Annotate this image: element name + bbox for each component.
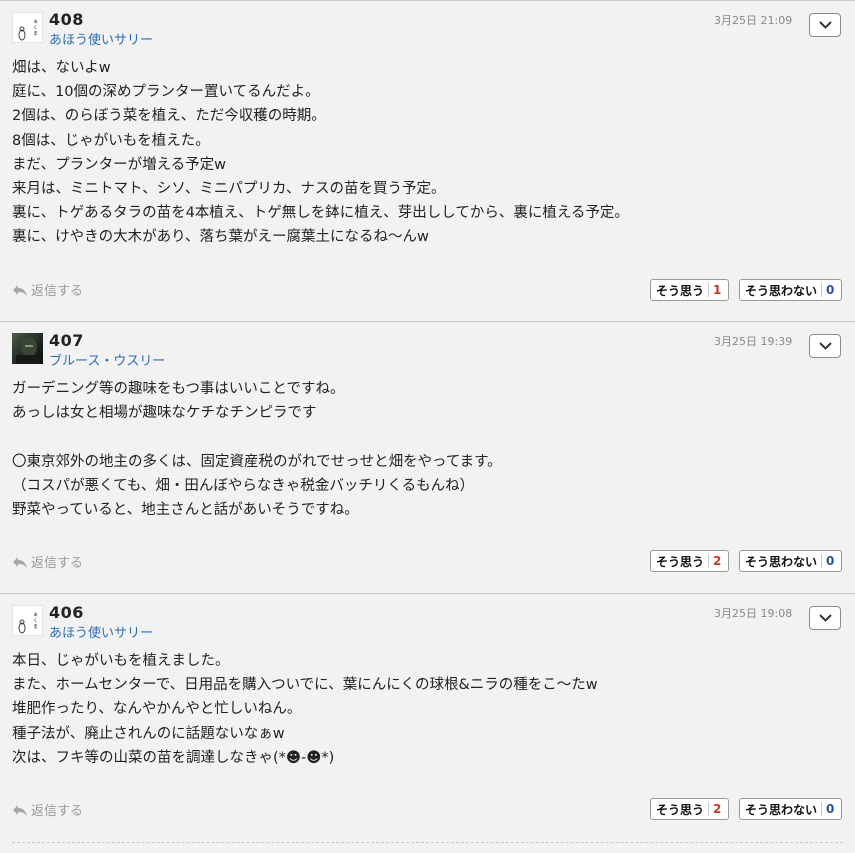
comment-body: 本日、じゃがいもを植えました。また、ホームセンターで、日用品を購入ついでに、葉に… xyxy=(12,649,598,770)
comment-line: 堆肥作ったり、なんやかんやと忙しいねん。 xyxy=(12,701,302,718)
agree-button[interactable]: そう思う 1 xyxy=(650,279,729,301)
reply-label: 返信する xyxy=(31,284,84,299)
comment-line: 本日、じゃがいもを植えました。 xyxy=(12,653,230,669)
reply-arrow-icon xyxy=(13,285,27,296)
comment-body: 畑は、ないよw 庭に、10個の深めプランター置いてるんだよ。 2個は、のらぼう菜を植… xyxy=(12,56,629,250)
comment-number[interactable]: 407 xyxy=(49,331,84,350)
author-name[interactable]: あほう使いサリー xyxy=(49,29,153,48)
disagree-count: 0 xyxy=(821,283,838,297)
svg-text:ま: ま xyxy=(33,624,38,630)
reply-button[interactable]: 返信する xyxy=(12,800,83,819)
comment-line: 来月は、ミニトマト、シソ、ミニパプリカ、ナスの苗を買う予定。 xyxy=(12,181,446,198)
comment-line: 裏に、トゲあるタラの苗を4本植え、トゲ無しを鉢に植え、芽出ししてから、裏に植える… xyxy=(12,205,629,222)
comment-line: （コスパが悪くても、畑・田んぼやらなきゃ税金バッチリくるもんね） xyxy=(12,477,475,494)
comment-407: 407 ブルース・ウスリー 3月25日 19:39 ガーデニング等の趣味をもつ事… xyxy=(0,321,855,593)
disagree-label: そう思わない xyxy=(745,283,818,298)
agree-label: そう思う xyxy=(656,554,705,569)
chevron-down-icon xyxy=(819,614,832,622)
disagree-button[interactable]: そう思わない 0 xyxy=(739,279,842,301)
comment-menu-button[interactable] xyxy=(809,606,841,630)
comment-line: 種子法が、廃止されんのに話題ないなぁw xyxy=(12,725,285,742)
avatar[interactable]: ぁ く ま xyxy=(12,605,43,636)
agree-count: 1 xyxy=(708,283,725,297)
reply-arrow-icon xyxy=(13,805,27,816)
comment-408: ぁ く ま 408 あほう使いサリー 3月25日 21:09 畑は、ないよw 庭に… xyxy=(0,0,855,321)
comment-line: 次は、フキ等の山菜の苗を調達しなきゃ(*☻-☻*) xyxy=(12,749,335,766)
comment-line: ガーデニング等の趣味をもつ事はいいことですね。 xyxy=(12,381,345,397)
agree-count: 2 xyxy=(708,802,725,816)
bruce-avatar-image xyxy=(16,337,39,364)
disagree-count: 0 xyxy=(821,802,838,816)
comment-date: 3月25日 19:08 xyxy=(714,607,793,620)
comment-menu-button[interactable] xyxy=(809,334,841,358)
comment-line xyxy=(12,425,502,449)
comment-date: 3月25日 19:39 xyxy=(714,335,793,348)
comment-date: 3月25日 21:09 xyxy=(714,14,793,27)
comment-line: 〇東京郊外の地主の多くは、固定資産税のがれでせっせと畑をやってます。 xyxy=(12,453,502,470)
agree-label: そう思う xyxy=(656,802,705,817)
svg-text:ま: ま xyxy=(33,31,38,37)
comment-menu-button[interactable] xyxy=(809,13,841,37)
author-name[interactable]: ブルース・ウスリー xyxy=(49,350,165,369)
sally-avatar-image: ぁ く ま xyxy=(18,612,38,634)
divider xyxy=(12,842,843,843)
reply-label: 返信する xyxy=(31,556,84,571)
comment-line: 野菜やっていると、地主さんと話があいそうですね。 xyxy=(12,502,359,519)
comment-number[interactable]: 408 xyxy=(49,10,84,29)
comment-line: まだ、プランターが増える予定w xyxy=(12,156,226,173)
comment-line: 畑は、ないよw xyxy=(12,60,111,76)
comment-line: 8個は、じゃがいもを植えた。 xyxy=(12,132,210,149)
comment-line: 庭に、10個の深めプランター置いてるんだよ。 xyxy=(12,84,320,101)
disagree-button[interactable]: そう思わない 0 xyxy=(739,798,842,820)
chevron-down-icon xyxy=(819,342,832,350)
agree-button[interactable]: そう思う 2 xyxy=(650,550,729,572)
disagree-count: 0 xyxy=(821,554,838,568)
comment-number[interactable]: 406 xyxy=(49,603,84,622)
comment-line: あっしは女と相場が趣味なケチなチンピラです xyxy=(12,405,317,422)
sally-avatar-image: ぁ く ま xyxy=(18,19,38,41)
comment-body: ガーデニング等の趣味をもつ事はいいことですね。 あっしは女と相場が趣味なケチなチン… xyxy=(12,377,502,522)
agree-button[interactable]: そう思う 2 xyxy=(650,798,729,820)
reply-label: 返信する xyxy=(31,804,84,819)
agree-count: 2 xyxy=(708,554,725,568)
reply-button[interactable]: 返信する xyxy=(12,280,83,299)
avatar[interactable] xyxy=(12,333,43,364)
reply-button[interactable]: 返信する xyxy=(12,552,83,571)
avatar[interactable]: ぁ く ま xyxy=(12,12,43,43)
reply-arrow-icon xyxy=(13,557,27,568)
author-name[interactable]: あほう使いサリー xyxy=(49,622,153,641)
comment-line: 裏に、けやきの大木があり、落ち葉がえー腐葉土になるね〜んw xyxy=(12,229,429,246)
comment-406: ぁ く ま 406 あほう使いサリー 3月25日 19:08 本日、じゃがいもを… xyxy=(0,593,855,853)
agree-label: そう思う xyxy=(656,283,705,298)
chevron-down-icon xyxy=(819,21,832,29)
comment-line: 2個は、のらぼう菜を植え、ただ今収穫の時期。 xyxy=(12,108,326,125)
disagree-label: そう思わない xyxy=(745,802,818,817)
disagree-button[interactable]: そう思わない 0 xyxy=(739,550,842,572)
comment-line: また、ホームセンターで、日用品を購入ついでに、葉にんにくの球根&ニラの種をこ〜た… xyxy=(12,677,598,694)
disagree-label: そう思わない xyxy=(745,554,818,569)
